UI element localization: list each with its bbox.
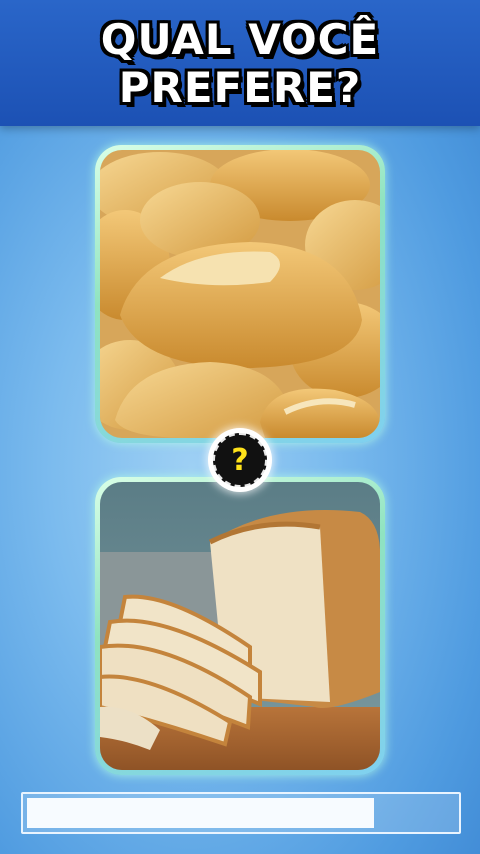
versus-ring: ? — [208, 428, 272, 492]
title-line-2: PREFERE? — [118, 63, 362, 112]
timer-progress-fill — [27, 798, 374, 828]
timer-progress-bar — [21, 792, 461, 834]
option-b-image — [100, 482, 380, 770]
question-mark-icon: ? — [231, 442, 249, 478]
question-circle: ? — [213, 433, 267, 487]
option-b-card[interactable] — [95, 477, 385, 775]
title-line-1: QUAL VOCÊ — [100, 15, 380, 64]
option-a-image — [100, 150, 380, 438]
versus-badge: ? — [200, 420, 280, 500]
header-banner: QUAL VOCÊ PREFERE? — [0, 0, 480, 126]
option-a-card[interactable] — [95, 145, 385, 443]
